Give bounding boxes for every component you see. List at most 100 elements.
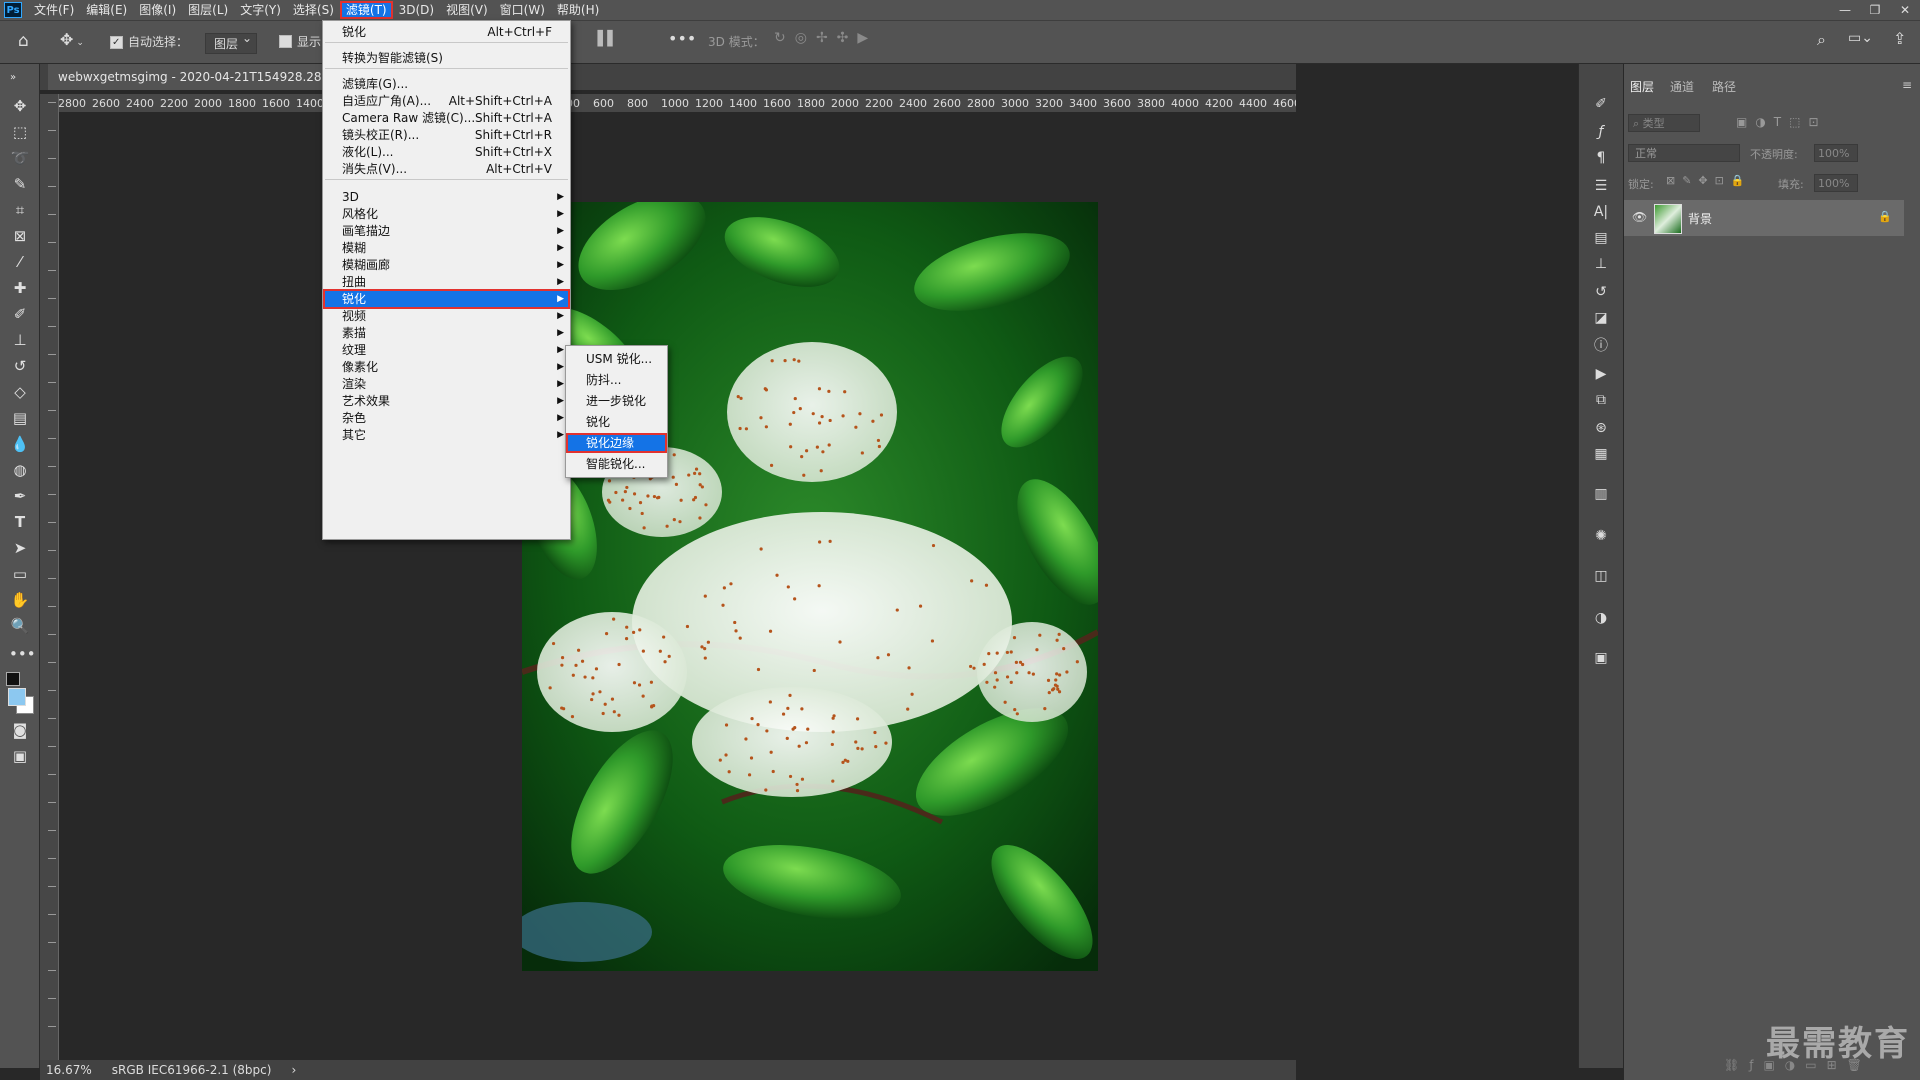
sharpen-submenu-item[interactable]: 防抖... [566, 370, 667, 390]
menu-edit[interactable]: 编辑(E) [80, 1, 133, 19]
filter-menu-item[interactable]: 其它 ▶ [323, 425, 570, 445]
align-icons[interactable]: ▐ ▌ [592, 31, 618, 47]
edit-toolbar-icon[interactable]: ••• [9, 644, 36, 664]
filter-menu-item[interactable]: 消失点(V)... Alt+Ctrl+V [323, 159, 570, 179]
layer-lock-icon[interactable]: 🔒 [1878, 210, 1892, 223]
opacity-input[interactable]: 100% [1814, 144, 1858, 162]
eraser-tool-icon[interactable]: ◇ [9, 382, 31, 402]
properties-icon[interactable]: ☰ [1591, 176, 1611, 196]
quick-mask-icon[interactable]: ◙ [9, 720, 31, 740]
auto-select-checkbox[interactable] [110, 36, 123, 49]
move-tool-preset-icon[interactable]: ✥ ⌄ [60, 30, 84, 49]
close-button[interactable]: ✕ [1890, 0, 1920, 20]
lasso-tool-icon[interactable]: ➰ [9, 148, 31, 168]
workspace-icon[interactable]: ▭⌄ [1848, 30, 1873, 46]
menu-select[interactable]: 选择(S) [287, 1, 340, 19]
auto-select-option[interactable]: 自动选择： [110, 33, 188, 50]
show-transform-checkbox[interactable] [279, 35, 292, 48]
eyedropper-tool-icon[interactable]: ⁄ [9, 252, 31, 272]
pen-tool-icon[interactable]: ✒ [9, 486, 31, 506]
home-icon[interactable]: ⌂ [18, 31, 29, 51]
menu-view[interactable]: 视图(V) [440, 1, 494, 19]
history-brush-tool-icon[interactable]: ↺ [9, 356, 31, 376]
tab-layers[interactable]: 图层 [1630, 78, 1654, 95]
hand-tool-icon[interactable]: ✋ [9, 590, 31, 610]
fill-input[interactable]: 100% [1814, 174, 1858, 192]
blend-mode-dropdown[interactable]: 正常 [1628, 144, 1740, 162]
menu-image[interactable]: 图像(I) [133, 1, 182, 19]
layer-filter-icons[interactable]: ▣◑T⬚⊡ [1736, 115, 1827, 129]
crop-tool-icon[interactable]: ⌗ [9, 200, 31, 220]
foreground-color-swatch[interactable] [8, 688, 26, 706]
layer-comps-icon[interactable]: ◫ [1591, 566, 1611, 586]
blur-tool-icon[interactable]: 💧 [9, 434, 31, 454]
dodge-tool-icon[interactable]: ◍ [9, 460, 31, 480]
menu-window[interactable]: 窗口(W) [494, 1, 551, 19]
zoom-level[interactable]: 16.67% [46, 1063, 92, 1077]
share-icon[interactable]: ⇪ [1893, 29, 1906, 48]
visibility-eye-icon[interactable]: 👁 [1632, 210, 1647, 224]
menu-type[interactable]: 文字(Y) [234, 1, 287, 19]
sharpen-submenu-item[interactable]: USM 锐化... [566, 349, 667, 369]
sharpen-submenu-item[interactable]: 进一步锐化 [566, 391, 667, 411]
zoom-tool-icon[interactable]: 🔍 [9, 616, 31, 636]
menu-file[interactable]: 文件(F) [28, 1, 80, 19]
layer-select-dropdown[interactable]: 图层 [205, 31, 258, 54]
search-icon[interactable]: ⌕ [1817, 30, 1826, 50]
brush-tool-icon[interactable]: ✐ [9, 304, 31, 324]
photoshop-logo[interactable]: Ps [4, 2, 22, 18]
panel-menu-icon[interactable]: ≡ [1902, 78, 1912, 92]
clone-stamp-tool-icon[interactable]: ⊥ [9, 330, 31, 350]
menu-3d[interactable]: 3D(D) [393, 1, 440, 19]
show-transform-option[interactable]: 显示 [279, 33, 321, 50]
lock-icons[interactable]: ⊠✎✥⊡🔒 [1666, 174, 1752, 187]
layer-filter-dropdown[interactable]: ⌕ 类型 [1628, 114, 1700, 132]
history-icon[interactable]: ↺ [1591, 282, 1611, 302]
filter-menu-item[interactable]: 锐化 Alt+Ctrl+F [323, 22, 570, 42]
layer-row-background[interactable]: 👁 背景 🔒 [1624, 200, 1904, 236]
color-icon[interactable]: ◑ [1591, 608, 1611, 628]
rectangle-tool-icon[interactable]: ▭ [9, 564, 31, 584]
status-menu-arrow[interactable]: › [291, 1063, 296, 1077]
sharpen-submenu-item[interactable]: 智能锐化... [566, 454, 667, 474]
adjustments-icon[interactable]: ◪ [1591, 308, 1611, 328]
styles-icon[interactable]: ƒ [1591, 122, 1611, 142]
menu-layer[interactable]: 图层(L) [182, 1, 234, 19]
minimize-button[interactable]: — [1830, 0, 1860, 20]
default-colors-icon[interactable] [6, 672, 20, 686]
document-tab[interactable]: webwxgetmsgimg - 2020-04-21T154928.289.j… [48, 64, 368, 90]
gradients-icon[interactable]: ▣ [1591, 648, 1611, 668]
layer-name[interactable]: 背景 [1688, 210, 1712, 227]
sharpen-submenu-item[interactable]: 锐化 [566, 412, 667, 432]
document-image[interactable] [522, 202, 1098, 971]
notes-icon[interactable]: ▥ [1591, 484, 1611, 504]
type-tool-icon[interactable]: T [9, 512, 31, 532]
swatches-icon[interactable]: ⧉ [1591, 390, 1611, 410]
tab-paths[interactable]: 路径 [1712, 78, 1736, 95]
table-icon[interactable]: ▦ [1591, 444, 1611, 464]
restore-button[interactable]: ❐ [1860, 0, 1890, 20]
info-icon[interactable]: ⓘ [1591, 336, 1611, 356]
clone-source-icon[interactable]: ⊥ [1591, 254, 1611, 274]
sharpen-submenu-item[interactable]: 锐化边缘 [566, 433, 667, 453]
filter-menu-item[interactable]: 转换为智能滤镜(S) [323, 48, 570, 68]
3d-icon[interactable]: ⊛ [1591, 418, 1611, 438]
quick-select-tool-icon[interactable]: ✎ [9, 174, 31, 194]
character-icon[interactable]: A| [1591, 202, 1611, 222]
libraries-icon[interactable]: ▤ [1591, 228, 1611, 248]
gradient-tool-icon[interactable]: ▤ [9, 408, 31, 428]
screen-mode-icon[interactable]: ▣ [9, 746, 31, 766]
collapse-toolbar-icon[interactable]: » [2, 68, 24, 88]
paragraph-icon[interactable]: ¶ [1591, 148, 1611, 168]
menu-filter[interactable]: 滤镜(T) [339, 1, 393, 19]
menu-help[interactable]: 帮助(H) [551, 1, 605, 19]
frame-tool-icon[interactable]: ⊠ [9, 226, 31, 246]
navigator-icon[interactable]: ✺ [1591, 526, 1611, 546]
3d-mode-icons[interactable]: ↻◎✢✣▶ [774, 30, 877, 46]
marquee-tool-icon[interactable]: ⬚ [9, 122, 31, 142]
actions-play-icon[interactable]: ▶ [1591, 364, 1611, 384]
healing-brush-tool-icon[interactable]: ✚ [9, 278, 31, 298]
tab-channels[interactable]: 通道 [1670, 78, 1694, 95]
move-tool-icon[interactable]: ✥ [9, 96, 31, 116]
path-select-tool-icon[interactable]: ➤ [9, 538, 31, 558]
